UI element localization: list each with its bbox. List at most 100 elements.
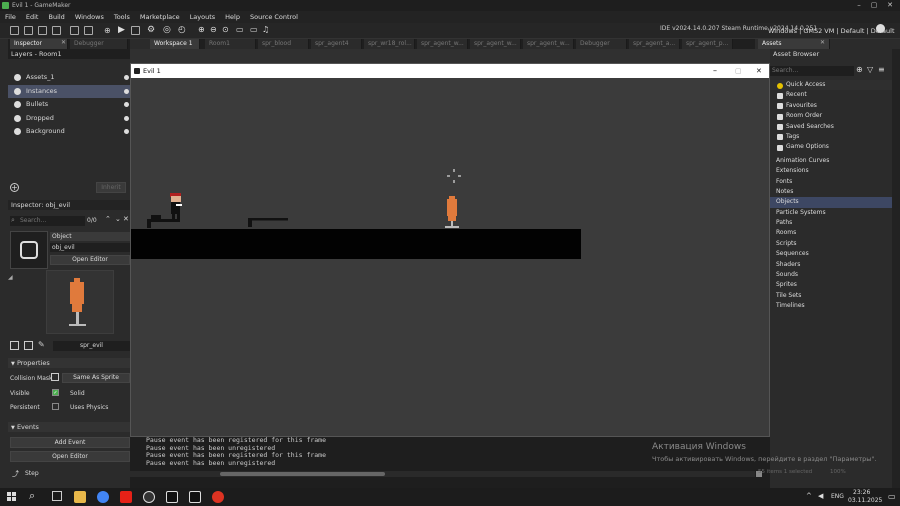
layer-item[interactable]: Bullets [8, 98, 130, 112]
tab-asset[interactable]: spr_blood [258, 39, 309, 49]
quick-access-item[interactable]: Room Order [770, 111, 892, 121]
zoom-in-icon[interactable]: ⊕ [198, 25, 205, 34]
target-icon[interactable]: ◎ [163, 25, 171, 35]
menu-item[interactable]: Build [43, 11, 69, 23]
collapse-arrow-icon[interactable]: ◢ [8, 274, 13, 281]
add-layer-icon[interactable]: + [10, 183, 19, 192]
stop-icon[interactable] [131, 26, 140, 35]
inspector-search-input[interactable]: Search... [10, 216, 85, 226]
tab-asset[interactable]: spr_agent_p... [682, 39, 733, 49]
tab-asset[interactable]: Room1 [205, 39, 256, 49]
step-event-label[interactable]: Step [25, 470, 39, 477]
add-event-button[interactable]: Add Event [10, 437, 130, 448]
language-indicator[interactable]: ENG [831, 493, 844, 500]
asset-group[interactable]: Notes [770, 187, 892, 197]
eye-icon[interactable] [124, 129, 129, 134]
new-project-icon[interactable] [10, 26, 19, 35]
asset-group[interactable]: Tile Sets [770, 291, 892, 301]
tab-inspector[interactable]: Inspector [10, 39, 68, 49]
sprite-select-icon[interactable] [10, 341, 19, 350]
menu-item[interactable]: Help [220, 11, 245, 23]
tab-debugger[interactable]: Debugger [70, 39, 128, 49]
run-icon[interactable]: ▶ [118, 25, 125, 35]
asset-group[interactable]: Particle Systems [770, 208, 892, 218]
object-thumbnail[interactable] [10, 231, 48, 269]
asset-group[interactable]: Sounds [770, 270, 892, 280]
quick-access-item[interactable]: Recent [770, 90, 892, 100]
events-header[interactable]: ▼ Events [8, 422, 130, 432]
asset-group[interactable]: Animation Curves [770, 156, 892, 166]
quick-access-item[interactable]: Saved Searches [770, 122, 892, 132]
quick-access-item[interactable]: Tags [770, 132, 892, 142]
tab-close-icon[interactable]: ✕ [61, 39, 66, 46]
sprite-edit-icon[interactable] [24, 341, 33, 350]
eye-icon[interactable] [124, 102, 129, 107]
horizontal-scrollbar[interactable] [130, 471, 755, 477]
filter-icon[interactable]: ▽ [867, 65, 873, 74]
asset-group[interactable]: Timelines [770, 301, 892, 311]
app-icon[interactable] [212, 491, 224, 503]
menu-item[interactable]: Source Control [245, 11, 303, 23]
search-icon[interactable]: ⌕ [29, 489, 35, 503]
sprite-selector[interactable]: spr_evil [53, 341, 130, 351]
maximize-icon[interactable]: ▢ [735, 64, 742, 78]
menu-item[interactable]: File [0, 11, 21, 23]
collision-mask-dropdown[interactable]: Same As Sprite [62, 373, 130, 383]
quick-access-item[interactable]: Game Options [770, 142, 892, 152]
gamemaker-icon[interactable] [166, 491, 178, 503]
tab-asset[interactable]: spr_agent4 [311, 39, 362, 49]
asset-group[interactable]: Sequences [770, 249, 892, 259]
tab-workspace[interactable]: Workspace 1 [150, 39, 200, 49]
close-icon[interactable]: ✕ [756, 64, 762, 78]
clock-time[interactable]: 23:26 [853, 489, 870, 496]
minimize-icon[interactable]: – [713, 64, 717, 78]
asset-search-input[interactable]: Search... [770, 66, 854, 76]
tab-asset[interactable]: spr_agent_a... [629, 39, 680, 49]
chevron-up-icon[interactable]: ⌃ [105, 215, 111, 223]
tab-asset[interactable]: Debugger [576, 39, 627, 49]
debug-icon[interactable]: ⊕ [104, 26, 111, 35]
target-selector[interactable]: Windows | GMS2 VM | Default | Default [768, 27, 895, 35]
quick-access-item[interactable]: Favourites [770, 101, 892, 111]
asset-group[interactable]: Objects [770, 197, 892, 208]
steam-icon[interactable] [143, 491, 155, 503]
tab-asset[interactable]: spr_agent_w... [417, 39, 468, 49]
save-all-icon[interactable] [52, 26, 61, 35]
menu-item[interactable]: Edit [21, 11, 44, 23]
open-project-icon[interactable] [24, 26, 33, 35]
close-icon[interactable]: ✕ [883, 0, 897, 11]
options-icon[interactable]: ≡ [878, 65, 885, 74]
notification-icon[interactable]: ▭ [888, 492, 896, 501]
menu-item[interactable]: Tools [109, 11, 135, 23]
zoom-out-icon[interactable]: ⊖ [210, 25, 217, 34]
chrome-icon[interactable] [97, 491, 109, 503]
menu-item[interactable]: Layouts [185, 11, 220, 23]
asset-group[interactable]: Rooms [770, 228, 892, 238]
bell-icon[interactable]: ♫ [262, 25, 269, 34]
tab-asset[interactable]: spr_wr18_rol... [364, 39, 415, 49]
settings-icon[interactable]: ⚙ [147, 25, 155, 35]
save-icon[interactable] [38, 26, 47, 35]
asset-group[interactable]: Extensions [770, 166, 892, 176]
inherit-button[interactable]: Inherit [96, 182, 126, 193]
asset-zoom[interactable]: 100% [830, 469, 846, 475]
clean-icon[interactable] [84, 26, 93, 35]
maximize-icon[interactable]: ▢ [867, 0, 881, 11]
chevron-down-icon[interactable]: ⌄ [115, 215, 121, 223]
close-search-icon[interactable]: ✕ [123, 215, 129, 223]
comment-icon[interactable]: ▭ [236, 25, 244, 34]
properties-header[interactable]: ▼ Properties [8, 358, 130, 368]
menu-item[interactable]: Marketplace [135, 11, 185, 23]
layer-item[interactable]: Assets_1 [8, 71, 130, 85]
tab-asset[interactable]: spr_agent_w... [523, 39, 574, 49]
asset-group[interactable]: Scripts [770, 239, 892, 249]
asset-group[interactable]: Sprites [770, 280, 892, 290]
scrollbar-thumb[interactable] [220, 472, 385, 476]
add-asset-icon[interactable]: ⊕ [856, 65, 863, 74]
visible-checkbox[interactable]: ✓ [52, 389, 59, 396]
build-icon[interactable] [70, 26, 79, 35]
chat-icon[interactable]: ▭ [250, 25, 258, 34]
eye-icon[interactable] [124, 75, 129, 80]
asset-group[interactable]: Fonts [770, 177, 892, 187]
file-explorer-icon[interactable] [74, 491, 86, 503]
